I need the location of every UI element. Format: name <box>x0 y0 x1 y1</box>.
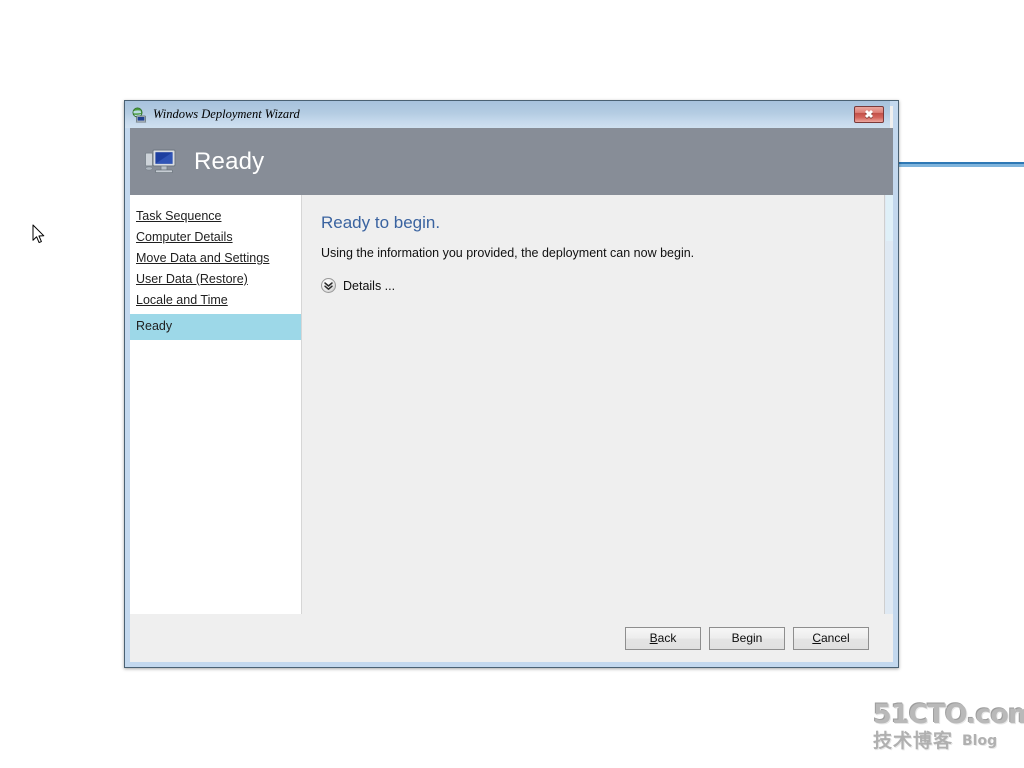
watermark-subtitle-row: 技术博客 Blog <box>873 729 1018 753</box>
begin-button[interactable]: Begin <box>709 626 785 650</box>
wizard-window: Windows Deployment Wizard ✖ Ready Task S… <box>124 100 899 668</box>
content-pane: Ready to begin. Using the information yo… <box>302 195 893 614</box>
content-scrollbar-thumb[interactable] <box>886 195 893 241</box>
sidebar-item-computer-details[interactable]: Computer Details <box>130 227 301 248</box>
back-button[interactable]: Back <box>625 626 701 650</box>
window-inner: Windows Deployment Wizard ✖ Ready Task S… <box>125 101 893 662</box>
dialog-footer: Back Begin Cancel <box>130 614 893 662</box>
window-title: Windows Deployment Wizard <box>153 107 300 121</box>
watermark-chinese-text: 技术博客 <box>873 730 954 752</box>
sidebar-item-ready[interactable]: Ready <box>130 314 301 340</box>
chevron-double-down-icon[interactable] <box>321 278 336 293</box>
content-subtext: Using the information you provided, the … <box>321 246 695 260</box>
watermark-blog-text: Blog <box>962 733 998 749</box>
sidebar-item-task-sequence[interactable]: Task Sequence <box>130 206 301 227</box>
wizard-banner: Ready <box>130 128 893 195</box>
body-region: Task Sequence Computer Details Move Data… <box>130 195 893 614</box>
deployment-globe-icon <box>131 107 147 123</box>
page-title: Ready <box>194 147 265 175</box>
title-bar: Windows Deployment Wizard ✖ <box>125 101 890 128</box>
computer-monitor-icon <box>144 147 178 177</box>
content-scrollbar[interactable] <box>884 195 893 614</box>
accent-rule-light <box>899 164 1024 167</box>
content-heading: Ready to begin. <box>321 213 441 232</box>
mouse-cursor <box>32 224 46 245</box>
watermark: 51CTO.com 技术博客 Blog <box>873 699 1024 756</box>
accent-rule <box>899 162 1024 167</box>
cancel-button[interactable]: Cancel <box>793 626 869 650</box>
details-label[interactable]: Details ... <box>343 279 395 293</box>
wizard-sidebar: Task Sequence Computer Details Move Data… <box>130 195 302 614</box>
sidebar-item-move-data-and-settings[interactable]: Move Data and Settings <box>130 248 301 269</box>
details-expander[interactable]: Details ... <box>321 278 411 293</box>
close-button[interactable]: ✖ <box>854 106 884 123</box>
sidebar-item-user-data-restore[interactable]: User Data (Restore) <box>130 269 301 290</box>
sidebar-item-locale-and-time[interactable]: Locale and Time <box>130 290 301 311</box>
watermark-title: 51CTO.com <box>873 699 1024 730</box>
